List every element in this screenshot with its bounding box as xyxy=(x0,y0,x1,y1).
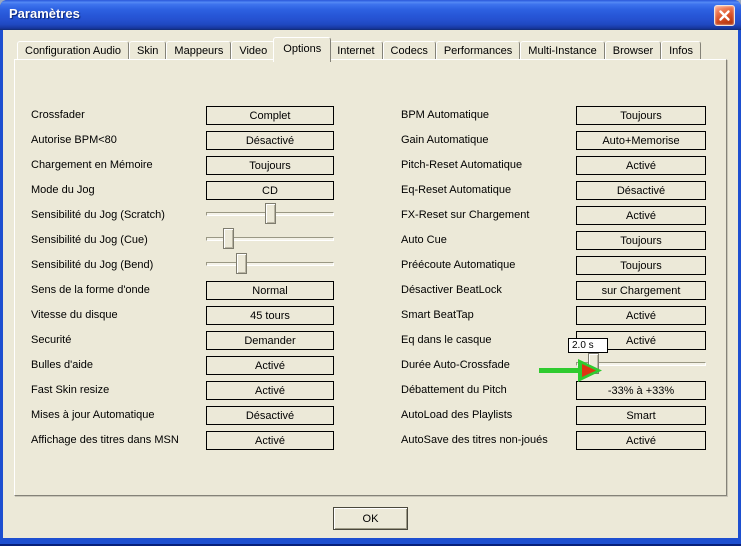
option-label: Bulles d'aide xyxy=(31,356,93,375)
autorise-bpm-button[interactable]: Désactivé xyxy=(206,131,334,150)
tab-browser[interactable]: Browser xyxy=(605,41,661,61)
sens-forme-onde-button[interactable]: Normal xyxy=(206,281,334,300)
option-label: Sensibilité du Jog (Bend) xyxy=(31,256,153,275)
option-label: AutoLoad des Playlists xyxy=(401,406,512,425)
option-label: Gain Automatique xyxy=(401,131,488,150)
slider-thumb[interactable] xyxy=(223,228,234,249)
option-label: Mises à jour Automatique xyxy=(31,406,155,425)
fast-skin-resize-button[interactable]: Activé xyxy=(206,381,334,400)
mises-a-jour-button[interactable]: Désactivé xyxy=(206,406,334,425)
settings-window: Paramètres Configuration Audio Skin Mapp… xyxy=(0,0,741,546)
option-label: Affichage des titres dans MSN xyxy=(31,431,179,450)
affichage-msn-button[interactable]: Activé xyxy=(206,431,334,450)
slider-thumb[interactable] xyxy=(236,253,247,274)
option-label: Securité xyxy=(31,331,71,350)
option-label: FX-Reset sur Chargement xyxy=(401,206,529,225)
eq-reset-button[interactable]: Désactivé xyxy=(576,181,706,200)
tab-multi-instance[interactable]: Multi-Instance xyxy=(520,41,604,61)
option-label: BPM Automatique xyxy=(401,106,489,125)
dialog-client-area: Configuration Audio Skin Mappeurs Video … xyxy=(3,30,738,538)
tab-internet[interactable]: Internet xyxy=(329,41,382,61)
option-label: Vitesse du disque xyxy=(31,306,118,325)
option-label: AutoSave des titres non-joués xyxy=(401,431,548,450)
vitesse-disque-button[interactable]: 45 tours xyxy=(206,306,334,325)
option-label: Eq dans le casque xyxy=(401,331,492,350)
option-label: Mode du Jog xyxy=(31,181,95,200)
tab-video[interactable]: Video xyxy=(231,41,275,61)
crossfader-button[interactable]: Complet xyxy=(206,106,334,125)
auto-cue-button[interactable]: Toujours xyxy=(576,231,706,250)
option-label: Débattement du Pitch xyxy=(401,381,507,400)
option-label: Préécoute Automatique xyxy=(401,256,515,275)
titlebar: Paramètres xyxy=(0,0,741,30)
pitch-reset-button[interactable]: Activé xyxy=(576,156,706,175)
jog-bend-slider[interactable] xyxy=(206,256,334,275)
autoload-playlists-button[interactable]: Smart xyxy=(576,406,706,425)
ok-button[interactable]: OK xyxy=(333,507,408,530)
tab-performances[interactable]: Performances xyxy=(436,41,520,61)
option-label: Sens de la forme d'onde xyxy=(31,281,150,300)
close-button[interactable] xyxy=(714,5,735,26)
options-tab-page: Crossfader Complet Autorise BPM<80 Désac… xyxy=(14,59,727,496)
option-label: Crossfader xyxy=(31,106,85,125)
tab-bar: Configuration Audio Skin Mappeurs Video … xyxy=(17,39,701,61)
preecoute-button[interactable]: Toujours xyxy=(576,256,706,275)
option-label: Pitch-Reset Automatique xyxy=(401,156,522,175)
tab-infos[interactable]: Infos xyxy=(661,41,701,61)
gain-automatique-button[interactable]: Auto+Memorise xyxy=(576,131,706,150)
tab-skin[interactable]: Skin xyxy=(129,41,166,61)
window-title: Paramètres xyxy=(9,6,80,21)
tab-configuration-audio[interactable]: Configuration Audio xyxy=(17,41,129,61)
option-label: Désactiver BeatLock xyxy=(401,281,502,300)
jog-cue-slider[interactable] xyxy=(206,231,334,250)
mode-jog-button[interactable]: CD xyxy=(206,181,334,200)
slider-thumb[interactable] xyxy=(265,203,276,224)
option-label: Sensibilité du Jog (Cue) xyxy=(31,231,148,250)
option-label: Auto Cue xyxy=(401,231,447,250)
option-label: Chargement en Mémoire xyxy=(31,156,153,175)
bpm-automatique-button[interactable]: Toujours xyxy=(576,106,706,125)
close-icon xyxy=(718,9,731,22)
option-label: Smart BeatTap xyxy=(401,306,474,325)
option-label: Autorise BPM<80 xyxy=(31,131,117,150)
tab-codecs[interactable]: Codecs xyxy=(383,41,436,61)
securite-button[interactable]: Demander xyxy=(206,331,334,350)
fx-reset-button[interactable]: Activé xyxy=(576,206,706,225)
autosave-titres-button[interactable]: Activé xyxy=(576,431,706,450)
desactiver-beatlock-button[interactable]: sur Chargement xyxy=(576,281,706,300)
option-label: Durée Auto-Crossfade xyxy=(401,356,510,375)
crossfade-value-tooltip: 2.0 s xyxy=(568,338,608,353)
chargement-memoire-button[interactable]: Toujours xyxy=(206,156,334,175)
option-label: Eq-Reset Automatique xyxy=(401,181,511,200)
smart-beattap-button[interactable]: Activé xyxy=(576,306,706,325)
tab-mappeurs[interactable]: Mappeurs xyxy=(166,41,231,61)
bulles-aide-button[interactable]: Activé xyxy=(206,356,334,375)
option-label: Fast Skin resize xyxy=(31,381,109,400)
annotation-arrow-icon xyxy=(539,357,619,385)
tab-options[interactable]: Options xyxy=(273,37,331,62)
jog-scratch-slider[interactable] xyxy=(206,206,334,225)
option-label: Sensibilité du Jog (Scratch) xyxy=(31,206,165,225)
slider-track[interactable] xyxy=(206,262,334,266)
